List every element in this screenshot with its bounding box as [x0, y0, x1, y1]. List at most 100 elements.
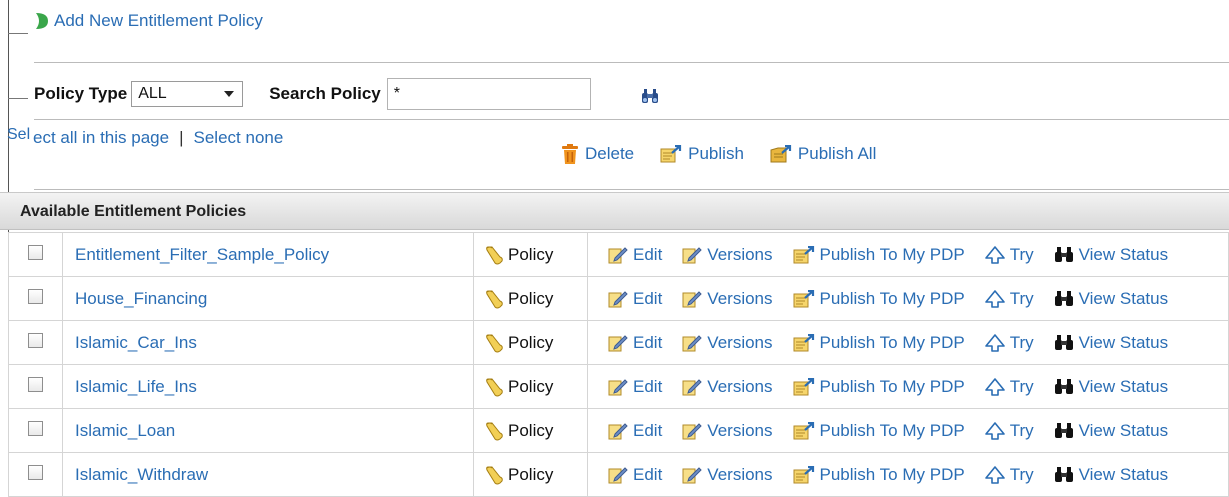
view-status-button[interactable]: View Status: [1054, 465, 1168, 485]
publish-to-pdp-label: Publish To My PDP: [819, 244, 965, 264]
policy-name-link[interactable]: House_Financing: [75, 289, 207, 308]
policy-name-link[interactable]: Entitlement_Filter_Sample_Policy: [75, 245, 329, 264]
publish-icon: [793, 377, 815, 396]
row-checkbox-cell: [8, 364, 63, 409]
policy-name-link[interactable]: Islamic_Loan: [75, 421, 175, 440]
table-row: Islamic_Withdraw Policy Edit Versions Pu…: [8, 452, 1229, 497]
add-policy-link[interactable]: Add New Entitlement Policy: [36, 11, 263, 31]
edit-button[interactable]: Edit: [608, 289, 662, 309]
policy-type-text: Policy: [508, 420, 554, 440]
edit-icon: [608, 334, 628, 352]
policy-type-text: Policy: [508, 244, 554, 264]
try-button[interactable]: Try: [984, 333, 1034, 353]
edit-label: Edit: [633, 244, 663, 264]
publish-icon: [793, 421, 815, 440]
row-checkbox[interactable]: [28, 332, 43, 348]
versions-button[interactable]: Versions: [682, 245, 773, 265]
try-button[interactable]: Try: [984, 377, 1034, 397]
edit-label: Edit: [633, 332, 663, 352]
publish-to-pdp-button[interactable]: Publish To My PDP: [793, 245, 965, 265]
view-status-button[interactable]: View Status: [1054, 377, 1168, 397]
versions-button[interactable]: Versions: [682, 332, 773, 353]
edit-icon: [608, 466, 628, 484]
row-checkbox[interactable]: [28, 420, 43, 436]
versions-label: Versions: [707, 332, 773, 352]
versions-icon: [682, 466, 703, 484]
edit-button[interactable]: Edit: [608, 377, 662, 397]
policy-name-link[interactable]: Islamic_Car_Ins: [75, 333, 197, 352]
edit-button[interactable]: Edit: [608, 333, 662, 353]
try-button[interactable]: Try: [984, 289, 1034, 309]
row-checkbox[interactable]: [28, 244, 43, 260]
versions-button[interactable]: Versions: [682, 464, 773, 485]
search-icon[interactable]: [641, 88, 659, 104]
divider: [8, 33, 28, 34]
versions-icon: [682, 334, 703, 352]
policy-type-select[interactable]: ALL: [131, 81, 244, 107]
publish-to-pdp-button[interactable]: Publish To My PDP: [793, 465, 965, 485]
policy-scroll-icon: [484, 289, 504, 309]
trash-icon: [561, 144, 579, 164]
edit-button[interactable]: Edit: [608, 465, 662, 485]
edit-button[interactable]: Edit: [608, 421, 662, 441]
try-button[interactable]: Try: [984, 420, 1034, 441]
table-row: House_Financing Policy Edit Versions Pub…: [8, 276, 1229, 321]
row-checkbox-cell: [8, 232, 63, 277]
view-status-label: View Status: [1078, 288, 1169, 308]
versions-label: Versions: [707, 376, 773, 396]
policy-name-link[interactable]: Islamic_Withdraw: [75, 465, 208, 484]
try-label: Try: [1009, 420, 1034, 440]
edit-button[interactable]: Edit: [608, 245, 662, 265]
view-status-label: View Status: [1078, 464, 1169, 484]
search-policy-input[interactable]: [386, 78, 591, 110]
filter-bar: Policy Type ALL Search Policy: [34, 78, 591, 110]
selection-links: Sel ect all in this page | Select none: [7, 126, 284, 148]
view-status-label: View Status: [1078, 332, 1169, 352]
view-status-button[interactable]: View Status: [1054, 421, 1168, 441]
versions-label: Versions: [707, 464, 773, 484]
publish-to-pdp-button[interactable]: Publish To My PDP: [793, 377, 965, 397]
try-button[interactable]: Try: [984, 465, 1034, 485]
versions-icon: [682, 378, 703, 396]
policy-type-label: Policy Type: [34, 84, 128, 103]
policy-type-text: Policy: [508, 464, 554, 484]
delete-button[interactable]: Delete: [561, 144, 634, 164]
publish-to-pdp-button[interactable]: Publish To My PDP: [793, 289, 965, 309]
row-checkbox[interactable]: [28, 288, 43, 304]
binoculars-icon: [1054, 334, 1074, 351]
policy-type-text: Policy: [508, 376, 554, 396]
search-policy-label: Search Policy: [269, 84, 381, 103]
policy-name-link[interactable]: Islamic_Life_Ins: [75, 377, 197, 396]
bulk-actions: Delete Publish Publish All: [561, 144, 902, 164]
view-status-button[interactable]: View Status: [1054, 245, 1168, 265]
try-label: Try: [1009, 244, 1034, 264]
divider: [8, 98, 28, 99]
row-checkbox[interactable]: [28, 376, 43, 392]
view-status-button[interactable]: View Status: [1054, 333, 1168, 353]
publish-all-icon: [770, 145, 792, 163]
try-button[interactable]: Try: [984, 244, 1034, 265]
publish-all-button[interactable]: Publish All: [770, 144, 876, 164]
table-row: Islamic_Life_Ins Policy Edit Versions Pu…: [8, 364, 1229, 409]
edit-icon: [608, 290, 628, 308]
divider: [34, 62, 1229, 63]
versions-label: Versions: [707, 288, 773, 308]
publish-to-pdp-button[interactable]: Publish To My PDP: [793, 333, 965, 353]
binoculars-icon: [1054, 422, 1074, 439]
publish-to-pdp-label: Publish To My PDP: [819, 332, 965, 352]
versions-button[interactable]: Versions: [682, 288, 773, 309]
publish-all-label: Publish All: [797, 144, 877, 163]
versions-label: Versions: [707, 420, 773, 440]
view-status-button[interactable]: View Status: [1054, 289, 1168, 309]
edit-label: Edit: [633, 288, 663, 308]
row-checkbox[interactable]: [28, 464, 43, 480]
select-none-link[interactable]: Select none: [194, 128, 284, 147]
publish-to-pdp-button[interactable]: Publish To My PDP: [793, 421, 965, 441]
select-all-link[interactable]: ect all in this page: [33, 128, 169, 147]
edit-icon: [608, 378, 628, 396]
publish-button[interactable]: Publish: [660, 144, 744, 164]
versions-button[interactable]: Versions: [682, 376, 773, 397]
edit-icon: [608, 246, 628, 264]
versions-button[interactable]: Versions: [682, 420, 773, 441]
policy-scroll-icon: [484, 465, 504, 485]
